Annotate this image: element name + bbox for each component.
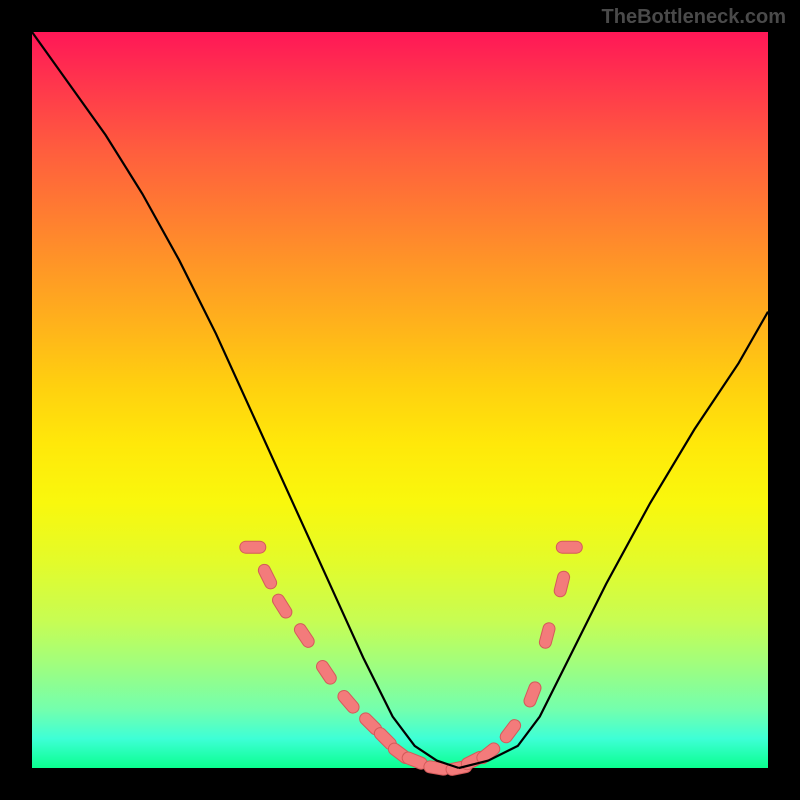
marker <box>538 621 556 649</box>
marker <box>498 717 523 745</box>
marker <box>314 658 338 686</box>
marker <box>556 541 582 553</box>
marker <box>256 562 278 591</box>
marker <box>522 680 543 709</box>
marker <box>292 621 316 649</box>
chart-overlay <box>32 32 768 768</box>
curve-right <box>459 312 768 768</box>
marker <box>553 570 571 598</box>
curve-left <box>32 32 459 768</box>
marker <box>335 688 361 716</box>
marker <box>270 592 294 620</box>
marker <box>240 541 266 553</box>
watermark-text: TheBottleneck.com <box>602 6 786 29</box>
